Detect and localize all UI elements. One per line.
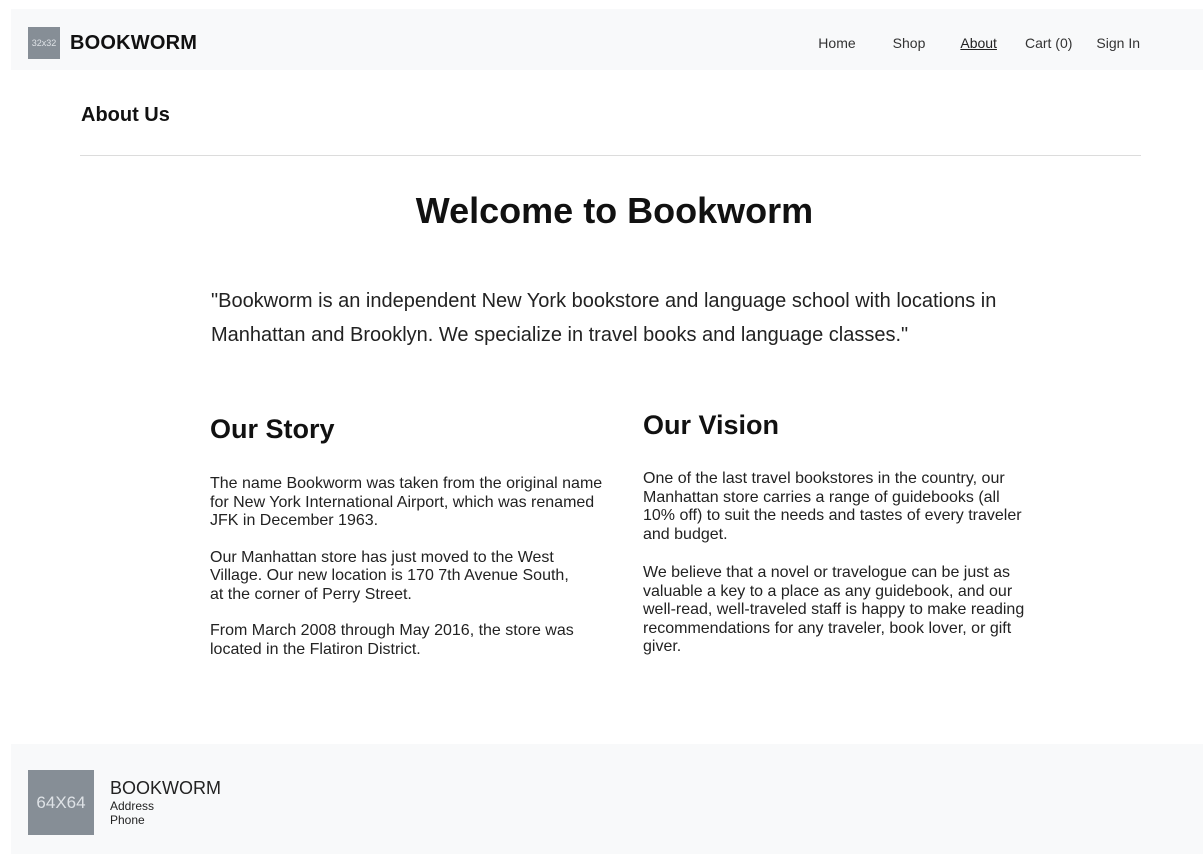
brand-link[interactable]: 32x32 BOOKWORM xyxy=(28,27,197,59)
navbar: 32x32 BOOKWORM Home Shop About Cart (0) … xyxy=(11,9,1203,70)
our-vision-section: Our Vision One of the last travel bookst… xyxy=(643,410,1053,677)
our-story-title: Our Story xyxy=(210,414,335,444)
our-story-section: Our Story The name Bookworm was taken fr… xyxy=(210,414,620,677)
our-vision-title: Our Vision xyxy=(643,410,780,440)
footer-info: BOOKWORM Address Phone xyxy=(110,777,221,827)
intro-quote: "Bookworm is an independent New York boo… xyxy=(211,290,997,346)
footer-phone: Phone xyxy=(110,813,145,827)
welcome-heading: Welcome to Bookworm xyxy=(415,190,814,231)
footer-logo-placeholder: 64X64 xyxy=(28,770,94,835)
about-page: 32x32 BOOKWORM Home Shop About Cart (0) … xyxy=(0,0,1203,854)
footer-brand: BOOKWORM xyxy=(110,778,221,798)
nav-link-about[interactable]: About xyxy=(960,35,997,51)
vision-paragraph: One of the last travel bookstores in the… xyxy=(643,470,1022,543)
vision-paragraph: We believe that a novel or travelogue ca… xyxy=(643,564,1025,655)
nav-link-sign-in[interactable]: Sign In xyxy=(1096,35,1140,51)
nav-link-home[interactable]: Home xyxy=(818,35,855,51)
footer-address: Address xyxy=(110,799,155,813)
nav-link-cart[interactable]: Cart (0) xyxy=(1025,35,1072,51)
story-paragraph: From March 2008 through May 2016, the st… xyxy=(210,622,574,658)
nav-link-shop[interactable]: Shop xyxy=(893,35,926,51)
story-paragraph: Our Manhattan store has just moved to th… xyxy=(210,548,569,603)
brand-logo-placeholder: 32x32 xyxy=(28,27,60,59)
story-paragraph: The name Bookworm was taken from the ori… xyxy=(210,475,603,529)
page-title: About Us xyxy=(81,104,170,126)
header-divider xyxy=(80,155,1141,156)
brand-name: BOOKWORM xyxy=(70,31,198,54)
main-nav: Home Shop About Cart (0) Sign In xyxy=(794,33,1203,53)
footer: 64X64 BOOKWORM Address Phone xyxy=(11,744,1203,854)
